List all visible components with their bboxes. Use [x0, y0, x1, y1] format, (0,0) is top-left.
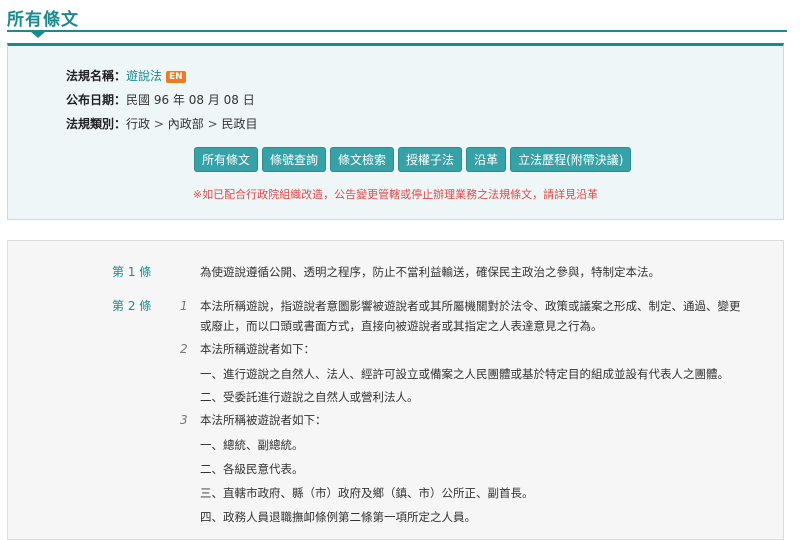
header-divider — [7, 30, 787, 32]
paragraph-number: 2 — [180, 342, 188, 356]
law-name-link[interactable]: 遊說法 — [126, 69, 162, 83]
category-level-1: 行政 — [126, 117, 151, 131]
header-caret-icon — [31, 32, 45, 38]
page-title: 所有條文 — [7, 10, 79, 30]
law-nav-buttons: 所有條文 條號查詢 條文檢索 授權子法 沿革 立法歷程(附帶決議) — [194, 147, 635, 172]
english-version-badge[interactable]: EN — [166, 71, 186, 83]
paragraph-number: 1 — [180, 299, 188, 313]
article-text: 本法所稱被遊說者如下： — [200, 413, 327, 427]
law-name-label: 法規名稱： — [66, 69, 127, 83]
article-number: 第 1 條 — [112, 265, 152, 279]
article-text: 或廢止，而以口頭或書面方式，直接向被遊說者或其指定之人表達意見之行為。 — [200, 319, 603, 333]
article-text: 四、政務人員退職撫卹條例第二條第一項所定之人員。 — [200, 510, 476, 524]
law-category-row: 法規類別：行政 > 內政部 > 民政目 — [66, 116, 258, 132]
articles-panel: 第 1 條 為使遊說遵循公開、透明之程序，防止不當利益輸送，確保民主政治之參與，… — [7, 240, 784, 540]
law-category-label: 法規類別： — [66, 117, 127, 131]
publish-date-value: 民國 96 年 08 月 08 日 — [126, 93, 255, 107]
sub-regulations-button[interactable]: 授權子法 — [398, 147, 463, 172]
article-number-search-button[interactable]: 條號查詢 — [262, 147, 327, 172]
paragraph-number: 3 — [180, 413, 188, 427]
article-text: 為使遊說遵循公開、透明之程序，防止不當利益輸送，確保民主政治之參與，特制定本法。 — [200, 265, 660, 279]
article-text: 一、總統、副總統。 — [200, 438, 304, 452]
article-search-button[interactable]: 條文檢索 — [330, 147, 395, 172]
category-separator-icon: > — [207, 117, 218, 131]
publish-date-row: 公布日期：民國 96 年 08 月 08 日 — [66, 92, 255, 108]
article-text: 一、進行遊說之自然人、法人、經許可設立或備案之人民團體或基於特定目的組成並設有代… — [200, 367, 729, 381]
article-text: 二、受委託進行遊說之自然人或營利法人。 — [200, 390, 419, 404]
article-text: 三、直轄市政府、縣（市）政府及鄉（鎮、市）公所正、副首長。 — [200, 486, 534, 500]
category-level-2: 內政部 — [167, 117, 204, 131]
category-separator-icon: > — [153, 117, 164, 131]
law-name-row: 法規名稱：遊說法 EN — [66, 68, 186, 84]
reorganization-notice: ※如已配合行政院組織改造，公告變更管轄或停止辦理業務之法規條文，請詳見沿革 — [192, 188, 599, 201]
publish-date-label: 公布日期： — [66, 93, 127, 107]
category-level-3: 民政目 — [221, 117, 258, 131]
article-number: 第 2 條 — [112, 299, 152, 313]
page-header: 所有條文 — [0, 0, 800, 38]
article-text: 本法所稱遊說者如下： — [200, 342, 315, 356]
legislative-history-button[interactable]: 立法歷程(附帶決議) — [510, 147, 632, 172]
article-text: 本法所稱遊說，指遊說者意圖影響被遊說者或其所屬機關對於法令、政策或議案之形成、制… — [200, 299, 741, 313]
article-text: 二、各級民意代表。 — [200, 462, 304, 476]
history-button[interactable]: 沿革 — [466, 147, 507, 172]
all-articles-button[interactable]: 所有條文 — [194, 147, 259, 172]
law-info-panel: 法規名稱：遊說法 EN 公布日期：民國 96 年 08 月 08 日 法規類別：行… — [7, 43, 784, 220]
